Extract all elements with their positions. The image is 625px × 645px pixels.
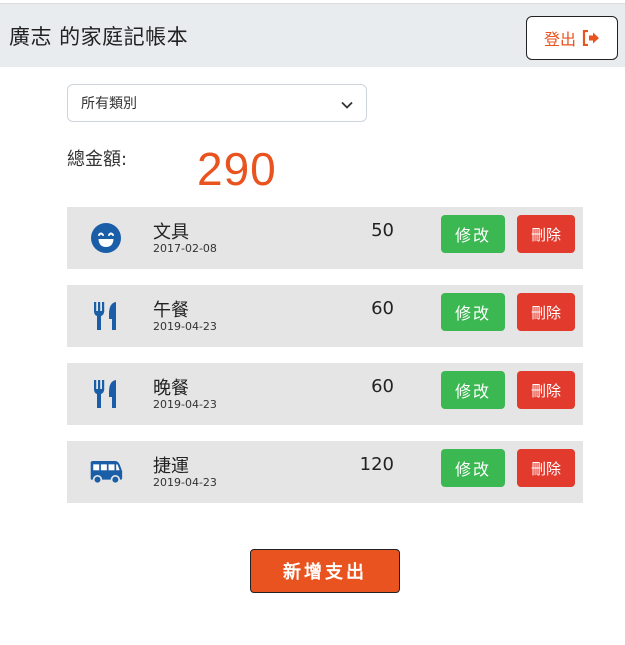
chevron-down-icon	[341, 98, 353, 114]
edit-button[interactable]: 修改	[441, 215, 505, 253]
app-header: 廣志 的家庭記帳本 登出	[0, 3, 625, 67]
utensils-icon	[89, 299, 123, 333]
page-title: 廣志 的家庭記帳本	[9, 25, 189, 49]
expense-name: 午餐	[153, 300, 189, 321]
delete-button[interactable]: 刪除	[517, 215, 575, 253]
expense-row: 捷運 2019-04-23 120 修改 刪除	[67, 441, 583, 503]
expense-row: 午餐 2019-04-23 60 修改 刪除	[67, 285, 583, 347]
total-amount: 290	[197, 143, 277, 195]
category-select[interactable]: 所有類別	[67, 84, 367, 122]
logout-label: 登出	[543, 30, 576, 49]
logout-button[interactable]: 登出	[526, 16, 618, 60]
edit-button[interactable]: 修改	[441, 449, 505, 487]
bus-icon	[89, 455, 123, 489]
delete-button[interactable]: 刪除	[517, 293, 575, 331]
category-select-value: 所有類別	[81, 96, 137, 112]
expense-name: 晚餐	[153, 378, 189, 399]
expense-amount: 60	[371, 298, 394, 319]
expense-name: 文具	[153, 222, 189, 243]
expense-date: 2017-02-08	[153, 242, 217, 255]
expense-date: 2019-04-23	[153, 320, 217, 333]
total-label: 總金額:	[67, 149, 128, 170]
sign-out-icon	[582, 30, 600, 46]
add-expense-button[interactable]: 新增支出	[250, 549, 400, 593]
delete-button[interactable]: 刪除	[517, 371, 575, 409]
delete-button[interactable]: 刪除	[517, 449, 575, 487]
expense-amount: 60	[371, 376, 394, 397]
edit-button[interactable]: 修改	[441, 371, 505, 409]
expense-date: 2019-04-23	[153, 476, 217, 489]
expense-amount: 120	[359, 454, 394, 475]
edit-button[interactable]: 修改	[441, 293, 505, 331]
expense-row: 晚餐 2019-04-23 60 修改 刪除	[67, 363, 583, 425]
expense-name: 捷運	[153, 456, 189, 477]
utensils-icon	[89, 377, 123, 411]
smile-icon	[89, 221, 123, 255]
expense-amount: 50	[371, 220, 394, 241]
expense-date: 2019-04-23	[153, 398, 217, 411]
expense-row: 文具 2017-02-08 50 修改 刪除	[67, 207, 583, 269]
